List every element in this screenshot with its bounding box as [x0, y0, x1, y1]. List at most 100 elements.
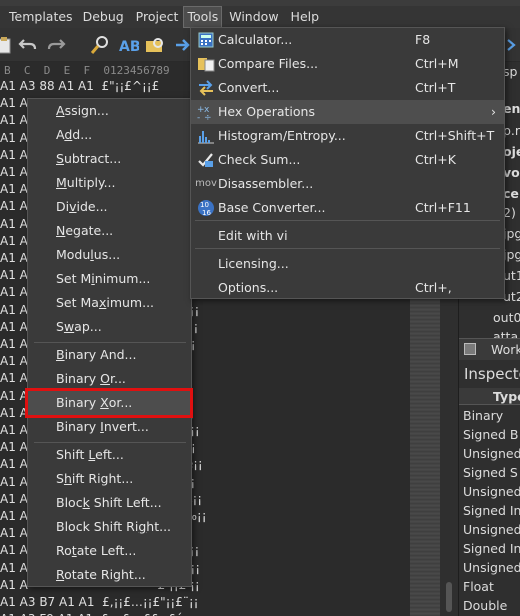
- menu-templates[interactable]: Templates: [6, 6, 76, 28]
- submenu-item-modulus[interactable]: Modulus...: [28, 243, 191, 267]
- menu-debug[interactable]: Debug: [80, 6, 127, 28]
- explorer-item[interactable]: jpg: [503, 245, 520, 264]
- submenu-item-block-shift-right[interactable]: Block Shift Right...: [28, 515, 191, 539]
- hex-row[interactable]: A1 A: [0, 198, 28, 215]
- menu-tools[interactable]: Tools: [183, 6, 223, 28]
- tools-menu-item-histogram-entropy[interactable]: Histogram/Entropy... Ctrl+Shift+T: [191, 124, 504, 148]
- explorer-item[interactable]: jpg: [503, 224, 520, 243]
- paste-icon[interactable]: [0, 34, 16, 56]
- minimap-lower[interactable]: [410, 294, 440, 616]
- submenu-item-shift-right[interactable]: Shift Right...: [28, 467, 191, 491]
- tools-menu-item-options[interactable]: Options... Ctrl+,: [191, 276, 504, 300]
- hex-row[interactable]: A1 A: [0, 233, 28, 250]
- menu-project[interactable]: Project: [133, 6, 182, 28]
- hex-row[interactable]: A1 A: [0, 250, 28, 267]
- explorer-item[interactable]: sp: [503, 62, 517, 81]
- submenu-item-negate[interactable]: Negate...: [28, 219, 191, 243]
- inspector-row[interactable]: Float: [463, 577, 494, 596]
- tools-menu-shortcut: F8: [415, 32, 431, 47]
- submenu-item-binary-or[interactable]: Binary Or...: [28, 367, 191, 391]
- menu-help[interactable]: Help: [288, 6, 323, 28]
- replace-icon[interactable]: AB: [117, 34, 139, 56]
- hex-row[interactable]: A1 A: [0, 130, 28, 147]
- inspector-row[interactable]: Binary: [463, 406, 503, 425]
- tools-menu-label: Calculator...: [218, 32, 293, 47]
- undo-icon[interactable]: [17, 34, 39, 56]
- explorer-item[interactable]: oje: [503, 142, 520, 161]
- tools-menu-item-edit-with-vi[interactable]: Edit with vi: [191, 224, 504, 248]
- submenu-item-binary-invert[interactable]: Binary Invert...: [28, 415, 191, 439]
- submenu-item-block-shift-left[interactable]: Block Shift Left...: [28, 491, 191, 515]
- hex-row[interactable]: A1 A: [0, 216, 28, 233]
- svg-text:÷: ÷: [204, 113, 212, 120]
- tools-menu-label: Base Converter...: [218, 200, 326, 215]
- submenu-item-assign[interactable]: Assign...: [28, 99, 191, 123]
- explorer-item[interactable]: vor: [503, 163, 520, 182]
- submenu-item-set-maximum[interactable]: Set Maximum...: [28, 291, 191, 315]
- hex-row[interactable]: A1 A: [0, 112, 28, 129]
- inspector-row[interactable]: Unsigned: [463, 558, 520, 577]
- inspector-row[interactable]: Signed S: [463, 463, 518, 482]
- submenu-item-rotate-right[interactable]: Rotate Right...: [28, 563, 191, 587]
- inspector-row[interactable]: Unsigned: [463, 482, 520, 501]
- submenu-item-shift-left[interactable]: Shift Left...: [28, 443, 191, 467]
- submenu-item-divide[interactable]: Divide...: [28, 195, 191, 219]
- hex-row[interactable]: A1 A: [0, 95, 28, 112]
- svg-text:AB: AB: [119, 39, 139, 55]
- tools-menu-item-hex-operations[interactable]: + x - ÷ Hex Operations ›: [191, 100, 504, 124]
- hex-row[interactable]: A1 A: [0, 147, 28, 164]
- tools-menu: Calculator... F8 Compare Files... Ctrl+M Con…: [190, 27, 505, 299]
- submenu-item-binary-xor[interactable]: Binary Xor...: [28, 391, 191, 415]
- submenu-item-set-minimum[interactable]: Set Minimum...: [28, 267, 191, 291]
- tools-menu-label: Convert...: [218, 80, 280, 95]
- tools-menu-label: Compare Files...: [218, 56, 319, 71]
- hex-row[interactable]: A1 A: [0, 284, 28, 301]
- explorer-item[interactable]: out0: [493, 308, 520, 327]
- compare-icon: [195, 54, 217, 74]
- hex-header-text: B C D E F 0123456789: [4, 64, 170, 77]
- explorer-item[interactable]: ce: [503, 184, 519, 203]
- hex-row[interactable]: A1 A: [0, 181, 28, 198]
- hex-row[interactable]: A1 A3 B7 A1 A1 £,¡¡£…¡¡£"¡¡£¨¡¡: [0, 594, 199, 611]
- tools-menu-item-compare-files[interactable]: Compare Files... Ctrl+M: [191, 52, 504, 76]
- inspector-row[interactable]: Unsigned: [463, 444, 520, 463]
- base-converter-icon: 10 16: [195, 198, 217, 218]
- inspector-row[interactable]: Signed In: [463, 539, 520, 558]
- hex-row[interactable]: A1 A3 88 A1 A1 £"¡¡£^¡¡£: [0, 78, 159, 95]
- tools-menu-item-calculator[interactable]: Calculator... F8: [191, 28, 504, 52]
- tools-menu-shortcut: Ctrl+M: [415, 56, 459, 71]
- hex-row[interactable]: A1 A3 F9 A1 A1 £,¡¡£.¡¡££¡¡£é¡¡: [0, 611, 192, 616]
- inspector-row[interactable]: Unsigned: [463, 520, 520, 539]
- inspector-row[interactable]: Double: [463, 596, 507, 615]
- explorer-item[interactable]: en: [503, 99, 520, 118]
- submenu-item-subtract[interactable]: Subtract...: [28, 147, 191, 171]
- submenu-item-multiply[interactable]: Multiply...: [28, 171, 191, 195]
- inspector-type-column[interactable]: Type: [493, 388, 520, 405]
- tools-menu-item-convert[interactable]: Convert... Ctrl+T: [191, 76, 504, 100]
- find-in-files-icon[interactable]: [144, 34, 166, 56]
- workspace-tab[interactable]: Work: [459, 338, 520, 360]
- submenu-item-swap[interactable]: Swap...: [28, 315, 191, 339]
- redo-icon[interactable]: [45, 34, 67, 56]
- menu-window[interactable]: Window: [226, 6, 281, 28]
- tools-menu-item-check-sum[interactable]: Check Sum... Ctrl+K: [191, 148, 504, 172]
- hex-row[interactable]: A1 A: [0, 267, 28, 284]
- submenu-item-add[interactable]: Add...: [28, 123, 191, 147]
- tools-menu-item-base-converter[interactable]: 10 16 Base Converter... Ctrl+F11: [191, 196, 504, 220]
- explorer-item[interactable]: p.r: [503, 121, 520, 140]
- tools-menu-label: Hex Operations: [218, 104, 315, 119]
- scrollbar-thumb[interactable]: [446, 582, 452, 612]
- submenu-item-rotate-left[interactable]: Rotate Left...: [28, 539, 191, 563]
- tools-menu-item-disassembler[interactable]: mov Disassembler...: [191, 172, 504, 196]
- tools-menu-shortcut: Ctrl+K: [415, 152, 456, 167]
- hex-row[interactable]: A1 A: [0, 164, 28, 181]
- submenu-item-binary-and[interactable]: Binary And...: [28, 343, 191, 367]
- find-icon[interactable]: [89, 34, 111, 56]
- inspector-title: Inspecto: [464, 365, 520, 383]
- tools-menu-label: Disassembler...: [218, 176, 314, 191]
- explorer-item[interactable]: ut2: [503, 287, 520, 306]
- tools-menu-item-licensing[interactable]: Licensing...: [191, 252, 504, 276]
- explorer-item[interactable]: ut1: [503, 266, 520, 285]
- inspector-row[interactable]: Signed In: [463, 501, 520, 520]
- inspector-row[interactable]: Signed B: [463, 425, 518, 444]
